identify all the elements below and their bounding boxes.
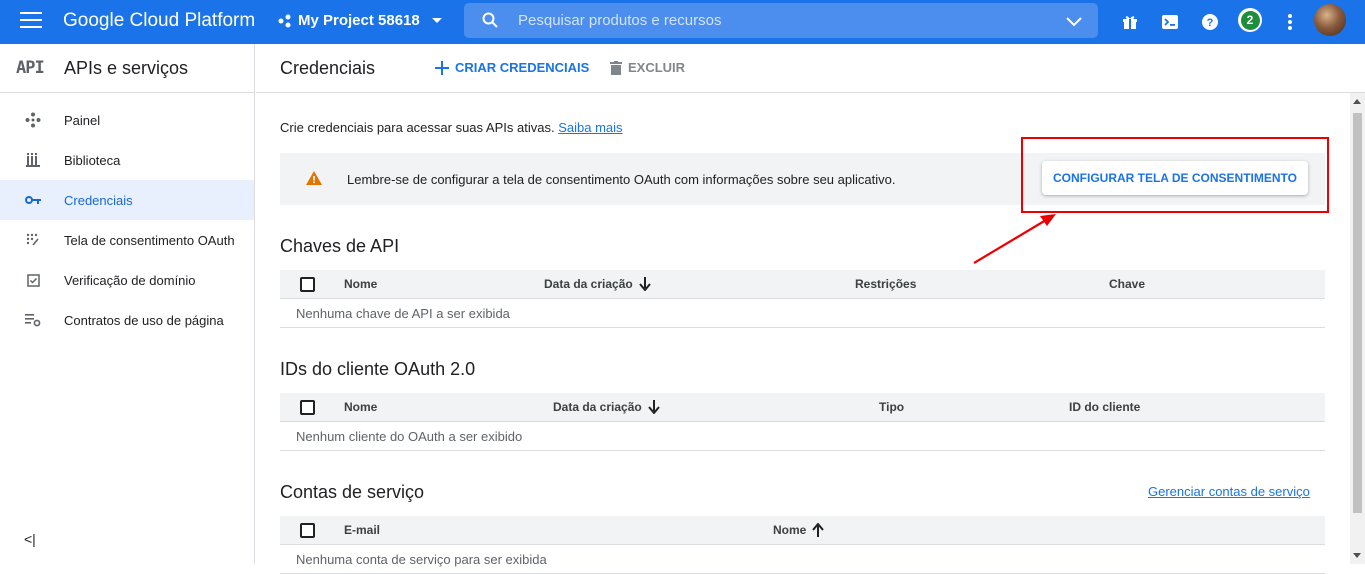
- warning-icon: [306, 171, 322, 185]
- column-header-label: Nome: [773, 523, 807, 537]
- dashboard-icon: [24, 111, 42, 129]
- oauth-clients-table: Nome Data da criação Tipo ID do cliente …: [280, 393, 1325, 451]
- column-header[interactable]: ID do cliente: [1069, 400, 1140, 414]
- more-vert-icon[interactable]: [1278, 10, 1302, 34]
- arrow-up-icon: [812, 523, 825, 537]
- annotation-arrow: [973, 214, 1056, 264]
- empty-row: Nenhum cliente do OAuth a ser exibido: [280, 422, 1325, 451]
- column-header-sortable[interactable]: Data da criação: [553, 400, 660, 414]
- avatar[interactable]: [1314, 4, 1346, 36]
- scrollbar-thumb[interactable]: [1353, 113, 1362, 513]
- sidebar-item-label: Biblioteca: [64, 152, 121, 168]
- scroll-down-icon[interactable]: [1353, 553, 1361, 558]
- project-name: My Project 58618: [298, 12, 420, 29]
- hamburger-menu-icon[interactable]: [20, 12, 42, 32]
- select-all-checkbox[interactable]: [300, 523, 315, 538]
- search-input[interactable]: Pesquisar produtos e recursos: [518, 12, 721, 29]
- chevron-down-icon[interactable]: [1064, 11, 1084, 31]
- learn-more-link[interactable]: Saiba mais: [558, 120, 622, 135]
- search-icon: [482, 12, 498, 28]
- empty-row: Nenhuma conta de serviço para ser exibid…: [280, 545, 1325, 574]
- create-credentials-label: CRIAR CREDENCIAIS: [455, 60, 590, 75]
- table-header: Nome Data da criação Restrições Chave: [280, 270, 1325, 299]
- arrow-down-icon: [647, 400, 660, 414]
- vertical-scrollbar[interactable]: [1350, 93, 1365, 564]
- column-header-label: Data da criação: [553, 400, 642, 414]
- api-keys-table: Nome Data da criação Restrições Chave Ne…: [280, 270, 1325, 328]
- sidebar-header: API APIs e serviços: [0, 44, 254, 93]
- delete-label: EXCLUIR: [628, 60, 686, 75]
- notifications-badge[interactable]: 2: [1238, 8, 1262, 32]
- api-logo-icon: API: [16, 58, 45, 78]
- page-header: Credenciais CRIAR CREDENCIAIS EXCLUIR: [256, 44, 1365, 93]
- service-accounts-table: E-mail Nome Nenhuma conta de serviço par…: [280, 516, 1325, 574]
- sidebar-item-label: Contratos de uso de página: [64, 312, 224, 328]
- sidebar-item-label: Credenciais: [64, 192, 133, 208]
- search-bar[interactable]: Pesquisar produtos e recursos: [464, 3, 1098, 38]
- sidebar-title: APIs e serviços: [64, 58, 189, 78]
- consent-icon: [24, 231, 42, 249]
- project-selector[interactable]: My Project 58618: [278, 12, 448, 29]
- sidebar-item-page-usage[interactable]: Contratos de uso de página: [0, 300, 254, 340]
- svg-text:?: ?: [1207, 17, 1214, 29]
- main-content: Credenciais CRIAR CREDENCIAIS EXCLUIR Cr…: [256, 44, 1365, 574]
- sidebar-item-painel[interactable]: Painel: [0, 100, 254, 140]
- column-header[interactable]: E-mail: [344, 523, 380, 537]
- sidebar-item-oauth-consent[interactable]: Tela de consentimento OAuth: [0, 220, 254, 260]
- sidebar-item-biblioteca[interactable]: Biblioteca: [0, 140, 254, 180]
- arrow-down-icon: [638, 277, 651, 291]
- brand-title[interactable]: Google Cloud Platform: [63, 10, 255, 32]
- column-header[interactable]: Nome: [344, 400, 377, 414]
- checkbox-icon: [24, 271, 42, 289]
- sidebar-item-label: Verificação de domínio: [64, 272, 196, 288]
- warning-text: Lembre-se de configurar a tela de consen…: [347, 172, 896, 187]
- settings-list-icon: [24, 311, 42, 329]
- cloud-shell-icon[interactable]: [1158, 10, 1182, 34]
- table-header: Nome Data da criação Tipo ID do cliente: [280, 393, 1325, 422]
- empty-message: Nenhum cliente do OAuth a ser exibido: [296, 429, 523, 444]
- empty-message: Nenhuma conta de serviço para ser exibid…: [296, 552, 547, 567]
- manage-service-accounts-link[interactable]: Gerenciar contas de serviço: [1148, 484, 1310, 499]
- gift-icon[interactable]: [1118, 10, 1142, 34]
- intro-message: Crie credenciais para acessar suas APIs …: [280, 120, 555, 135]
- sidebar: API APIs e serviços Painel Biblioteca Cr…: [0, 44, 255, 564]
- select-all-checkbox[interactable]: [300, 400, 315, 415]
- column-header[interactable]: Restrições: [855, 277, 916, 291]
- notification-count: 2: [1240, 10, 1260, 30]
- library-icon: [24, 151, 42, 169]
- annotation-highlight-box: [1021, 137, 1329, 213]
- empty-row: Nenhuma chave de API a ser exibida: [280, 299, 1325, 328]
- column-header[interactable]: Tipo: [879, 400, 904, 414]
- column-header[interactable]: Nome: [344, 277, 377, 291]
- oauth-clients-title: IDs do cliente OAuth 2.0: [280, 359, 476, 379]
- service-accounts-title: Contas de serviço: [280, 482, 425, 502]
- column-header-sortable[interactable]: Nome: [773, 523, 825, 537]
- sidebar-item-domain-verification[interactable]: Verificação de domínio: [0, 260, 254, 300]
- intro-text: Crie credenciais para acessar suas APIs …: [280, 120, 623, 135]
- sidebar-item-label: Tela de consentimento OAuth: [64, 232, 235, 248]
- sidebar-item-label: Painel: [64, 112, 101, 128]
- top-app-bar: Google Cloud Platform My Project 58618 P…: [0, 0, 1365, 44]
- column-header[interactable]: Chave: [1109, 277, 1145, 291]
- collapse-sidebar-icon[interactable]: <|: [24, 531, 36, 547]
- dropdown-arrow-icon: [431, 17, 442, 23]
- create-credentials-button[interactable]: CRIAR CREDENCIAIS: [435, 60, 589, 75]
- api-keys-title: Chaves de API: [280, 236, 400, 256]
- scroll-up-icon[interactable]: [1353, 99, 1361, 104]
- key-icon: [24, 191, 42, 209]
- page-title: Credenciais: [280, 58, 376, 78]
- trash-icon: [610, 60, 622, 75]
- help-icon[interactable]: ?: [1198, 10, 1222, 34]
- delete-button[interactable]: EXCLUIR: [610, 60, 685, 75]
- table-header: E-mail Nome: [280, 516, 1325, 545]
- project-icon: [278, 14, 291, 27]
- add-icon: [435, 60, 449, 75]
- empty-message: Nenhuma chave de API a ser exibida: [296, 306, 510, 321]
- column-header-sortable[interactable]: Data da criação: [544, 277, 651, 291]
- select-all-checkbox[interactable]: [300, 277, 315, 292]
- sidebar-item-credenciais[interactable]: Credenciais: [0, 180, 254, 220]
- column-header-label: Data da criação: [544, 277, 633, 291]
